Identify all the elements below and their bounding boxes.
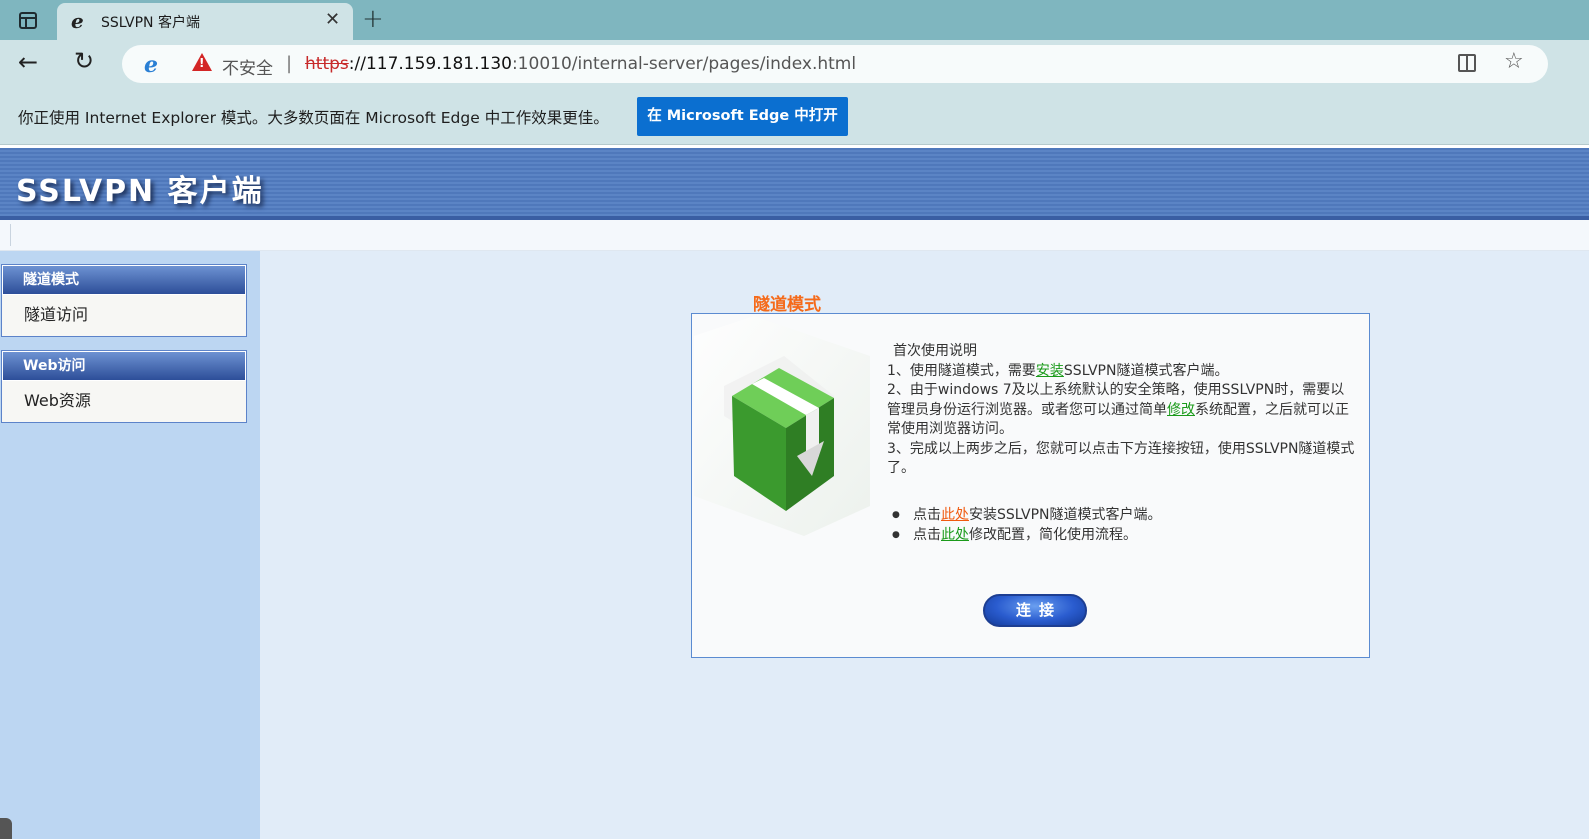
new-tab-button[interactable]: +	[362, 4, 384, 34]
install-link[interactable]: 安装	[1036, 363, 1064, 379]
main-content: 隧道模式 首次使用说明 1、使用隧道模式，需要安装SSLVPN隧道模式客户端。 …	[260, 251, 1589, 839]
tunnel-panel: 首次使用说明 1、使用隧道模式，需要安装SSLVPN隧道模式客户端。 2、由于w…	[691, 313, 1370, 658]
install-box-image	[694, 316, 870, 536]
tab-close-icon[interactable]: ✕	[325, 9, 340, 30]
favorite-star-icon[interactable]: ☆	[1504, 49, 1524, 74]
bullet2-text-post: 修改配置，简化使用流程。	[969, 527, 1137, 543]
page-header-banner: SSLVPN 客户端	[0, 148, 1589, 220]
url-host: ://117.159.181.130	[348, 54, 512, 74]
list-item: 点击此处安装SSLVPN隧道模式客户端。	[892, 505, 1352, 525]
open-in-edge-button[interactable]: 在 Microsoft Edge 中打开	[637, 97, 848, 136]
menu-group-web: Web访问 Web资源	[1, 350, 247, 423]
header-subbar	[0, 220, 1589, 251]
url-scheme: https	[305, 54, 349, 74]
connect-button[interactable]: 连接	[983, 594, 1087, 627]
sidebar-item-tunnel-access[interactable]: 隧道访问	[2, 295, 246, 335]
bullet1-text-post: 安装SSLVPN隧道模式客户端。	[969, 507, 1162, 523]
sidebar-item-web-resources[interactable]: Web资源	[2, 381, 246, 421]
modify-config-link[interactable]: 此处	[941, 527, 969, 543]
bullet1-text-pre: 点击	[913, 507, 941, 523]
line1-text-pre: 1、使用隧道模式，需要	[887, 362, 1036, 379]
page-title: SSLVPN 客户端	[16, 174, 264, 209]
list-item: 点击此处修改配置，简化使用流程。	[892, 525, 1352, 545]
split-screen-icon[interactable]	[1458, 54, 1476, 72]
menu-header-tunnel[interactable]: 隧道模式	[2, 265, 246, 295]
instructions-text: 首次使用说明 1、使用隧道模式，需要安装SSLVPN隧道模式客户端。 2、由于w…	[887, 342, 1357, 479]
tab-actions-button[interactable]	[10, 6, 46, 34]
tab-actions-icon	[19, 11, 37, 29]
browser-toolbar: ← ↻ e 不安全 | https://117.159.181.130:1001…	[0, 40, 1589, 86]
quick-links-list: 点击此处安装SSLVPN隧道模式客户端。 点击此处修改配置，简化使用流程。	[892, 505, 1352, 545]
address-bar[interactable]: e 不安全 | https://117.159.181.130:10010/in…	[122, 45, 1548, 83]
ie-favicon-icon: e	[71, 9, 84, 33]
instruction-line-2: 2、由于windows 7及以上系统默认的安全策略，使用SSLVPN时，需要以管…	[887, 381, 1357, 440]
tab-title: SSLVPN 客户端	[101, 15, 200, 31]
line1-text-post: SSLVPN隧道模式客户端。	[1063, 362, 1229, 379]
menu-group-tunnel: 隧道模式 隧道访问	[1, 264, 247, 337]
ie-mode-infobar: 你正使用 Internet Explorer 模式。大多数页面在 Microso…	[0, 86, 1589, 145]
security-status[interactable]: 不安全	[222, 54, 273, 79]
modify-link[interactable]: 修改	[1167, 402, 1195, 418]
url-text[interactable]: https://117.159.181.130:10010/internal-s…	[305, 54, 856, 74]
ie-mode-icon[interactable]: e	[144, 52, 158, 78]
status-corner	[0, 818, 12, 839]
warning-icon[interactable]	[192, 53, 212, 71]
instructions-heading: 首次使用说明	[893, 343, 977, 359]
bullet2-text-pre: 点击	[913, 527, 941, 543]
sidebar: 隧道模式 隧道访问 Web访问 Web资源	[0, 251, 260, 839]
browser-tab-strip: e SSLVPN 客户端 ✕ +	[0, 0, 1589, 40]
url-path: :10010/internal-server/pages/index.html	[511, 54, 857, 74]
instruction-line-3: 3、完成以上两步之后，您就可以点击下方连接按钮，使用SSLVPN隧道模式了。	[887, 440, 1355, 477]
instruction-line-1: 1、使用隧道模式，需要安装SSLVPN隧道模式客户端。	[887, 362, 1357, 382]
browser-tab-active[interactable]: e SSLVPN 客户端 ✕	[57, 3, 353, 40]
subbar-divider	[10, 224, 11, 246]
install-client-link[interactable]: 此处	[941, 507, 969, 523]
ie-mode-message: 你正使用 Internet Explorer 模式。大多数页面在 Microso…	[18, 109, 609, 127]
section-title: 隧道模式	[753, 295, 821, 315]
menu-header-web[interactable]: Web访问	[2, 351, 246, 381]
reload-icon[interactable]: ↻	[74, 47, 94, 75]
back-arrow-icon[interactable]: ←	[18, 48, 38, 76]
address-separator: |	[286, 53, 293, 74]
